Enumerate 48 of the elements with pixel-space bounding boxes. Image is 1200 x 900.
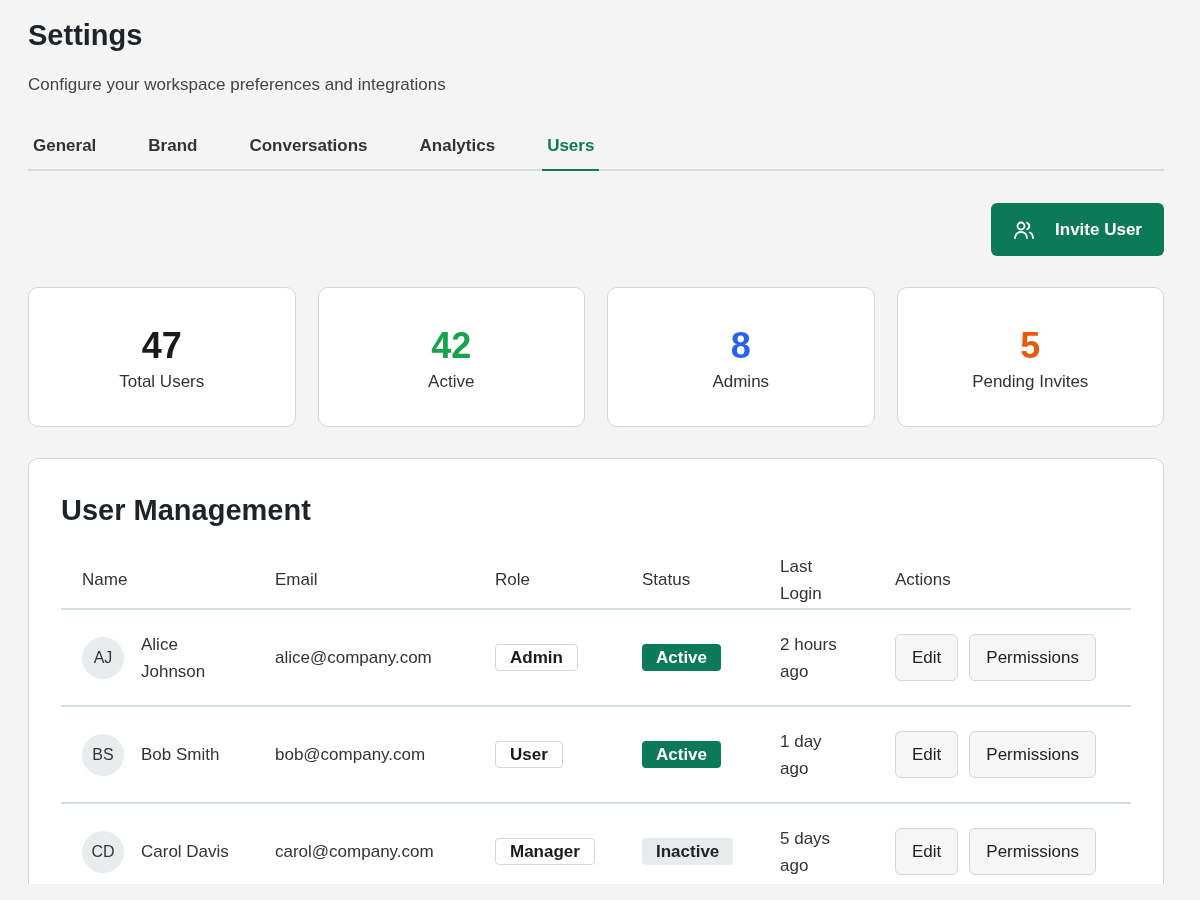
user-email: alice@company.com bbox=[275, 647, 432, 667]
avatar-initials: BS bbox=[82, 733, 124, 776]
stat-value: 42 bbox=[431, 326, 472, 366]
settings-tab[interactable]: Brand bbox=[143, 136, 203, 171]
stat-value: 47 bbox=[141, 326, 182, 366]
stat-label: Pending Invites bbox=[972, 372, 1089, 392]
section-title: User Management bbox=[61, 493, 312, 528]
edit-button[interactable]: Edit bbox=[895, 828, 959, 875]
stat-label: Total Users bbox=[119, 372, 205, 392]
stat-label: Active bbox=[428, 372, 475, 392]
user-email: carol@company.com bbox=[275, 841, 434, 861]
role-tag: Admin bbox=[495, 643, 578, 671]
column-header: Role bbox=[495, 569, 530, 591]
settings-tab[interactable]: General bbox=[28, 136, 102, 171]
column-header: Email bbox=[275, 569, 318, 591]
permissions-button[interactable]: Permissions bbox=[969, 731, 1096, 778]
avatar-initials: AJ bbox=[82, 636, 124, 679]
edit-button[interactable]: Edit bbox=[895, 634, 959, 681]
status-badge: Active bbox=[642, 740, 722, 768]
stat-value: 5 bbox=[1020, 326, 1041, 366]
role-tag: Manager bbox=[495, 837, 595, 865]
edit-button[interactable]: Edit bbox=[895, 731, 959, 778]
invite-user-button[interactable]: Invite User bbox=[991, 203, 1164, 256]
column-header: Status bbox=[642, 569, 691, 591]
status-badge: Active bbox=[642, 643, 722, 671]
users-icon bbox=[1013, 219, 1036, 240]
stat-value: 8 bbox=[730, 326, 751, 366]
settings-tab[interactable]: Analytics bbox=[414, 136, 501, 171]
column-header: Last Login bbox=[780, 555, 823, 605]
user-name: Carol Davis bbox=[141, 841, 229, 863]
avatar-initials: CD bbox=[82, 830, 124, 873]
last-login: 1 day ago bbox=[780, 730, 823, 780]
permissions-button[interactable]: Permissions bbox=[969, 634, 1096, 681]
user-name: Alice Johnson bbox=[141, 633, 207, 683]
last-login: 5 days ago bbox=[780, 827, 832, 877]
settings-tab[interactable]: Users bbox=[542, 136, 600, 171]
status-badge: Inactive bbox=[642, 837, 734, 865]
user-email: bob@company.com bbox=[275, 744, 426, 764]
column-header: Actions bbox=[895, 569, 951, 591]
role-tag: User bbox=[495, 740, 563, 768]
user-name: Bob Smith bbox=[141, 744, 220, 766]
column-header: Name bbox=[82, 569, 128, 591]
page-subtitle: Configure your workspace preferences and integrations bbox=[28, 74, 447, 96]
stat-label: Admins bbox=[712, 372, 770, 392]
last-login: 2 hours ago bbox=[780, 633, 838, 683]
settings-tab[interactable]: Conversations bbox=[244, 136, 373, 171]
page-title: Settings bbox=[28, 18, 144, 53]
permissions-button[interactable]: Permissions bbox=[969, 828, 1096, 875]
